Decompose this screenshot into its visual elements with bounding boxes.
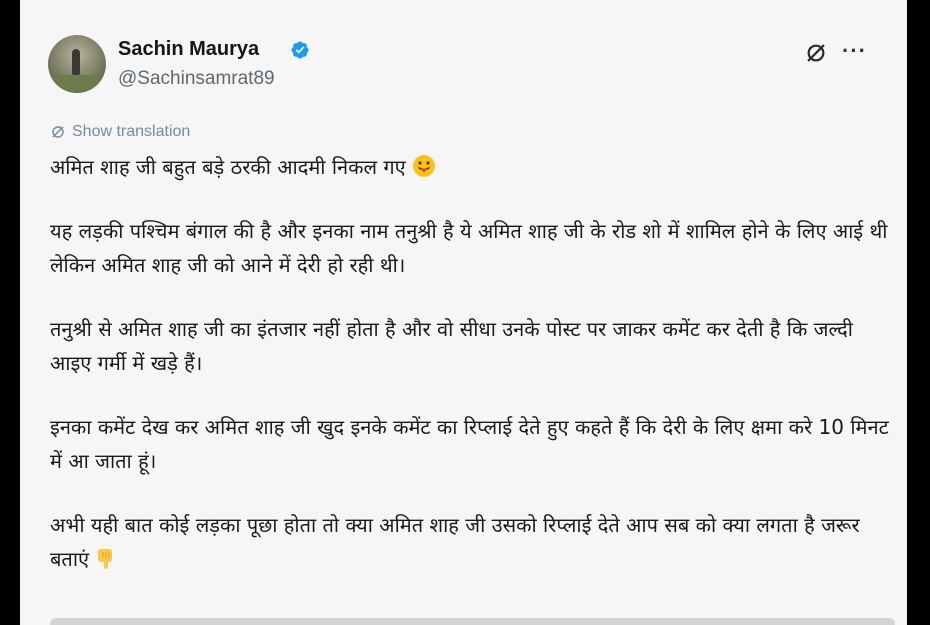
tweet-body: अमित शाह जी बहुत बड़े ठरकी आदमी निकल गए … bbox=[50, 150, 895, 606]
avatar[interactable] bbox=[48, 35, 106, 93]
tweet-paragraph: अभी यही बात कोई लड़का पूछा होता तो क्या … bbox=[50, 513, 860, 571]
tweet-paragraph: तनुश्री से अमित शाह जी का इंतजार नहीं हो… bbox=[50, 317, 853, 375]
tweet-card: Sachin Maurya @Sachinsamrat89 ··· Show t… bbox=[20, 0, 907, 625]
face-with-tongue-emoji bbox=[413, 155, 436, 177]
show-translation-link[interactable]: Show translation bbox=[50, 121, 190, 143]
show-translation-label: Show translation bbox=[72, 123, 191, 140]
tweet-paragraph: इनका कमेंट देख कर अमित शाह जी खुद इनके क… bbox=[50, 415, 889, 473]
verified-badge-icon bbox=[291, 41, 309, 59]
author-name[interactable]: Sachin Maurya bbox=[118, 38, 259, 61]
screenshot-frame: Sachin Maurya @Sachinsamrat89 ··· Show t… bbox=[0, 0, 930, 625]
translate-icon bbox=[52, 126, 64, 138]
media-preview-edge bbox=[50, 618, 895, 625]
grok-icon[interactable] bbox=[805, 42, 827, 64]
backhand-index-pointing-down-emoji bbox=[98, 549, 113, 569]
tweet-paragraph: यह लड़की पश्चिम बंगाल की है और इनका नाम … bbox=[50, 219, 888, 277]
author-handle[interactable]: @Sachinsamrat89 bbox=[118, 68, 275, 90]
tweet-paragraph: अमित शाह जी बहुत बड़े ठरकी आदमी निकल गए bbox=[50, 150, 895, 184]
more-options-icon[interactable]: ··· bbox=[842, 40, 867, 62]
